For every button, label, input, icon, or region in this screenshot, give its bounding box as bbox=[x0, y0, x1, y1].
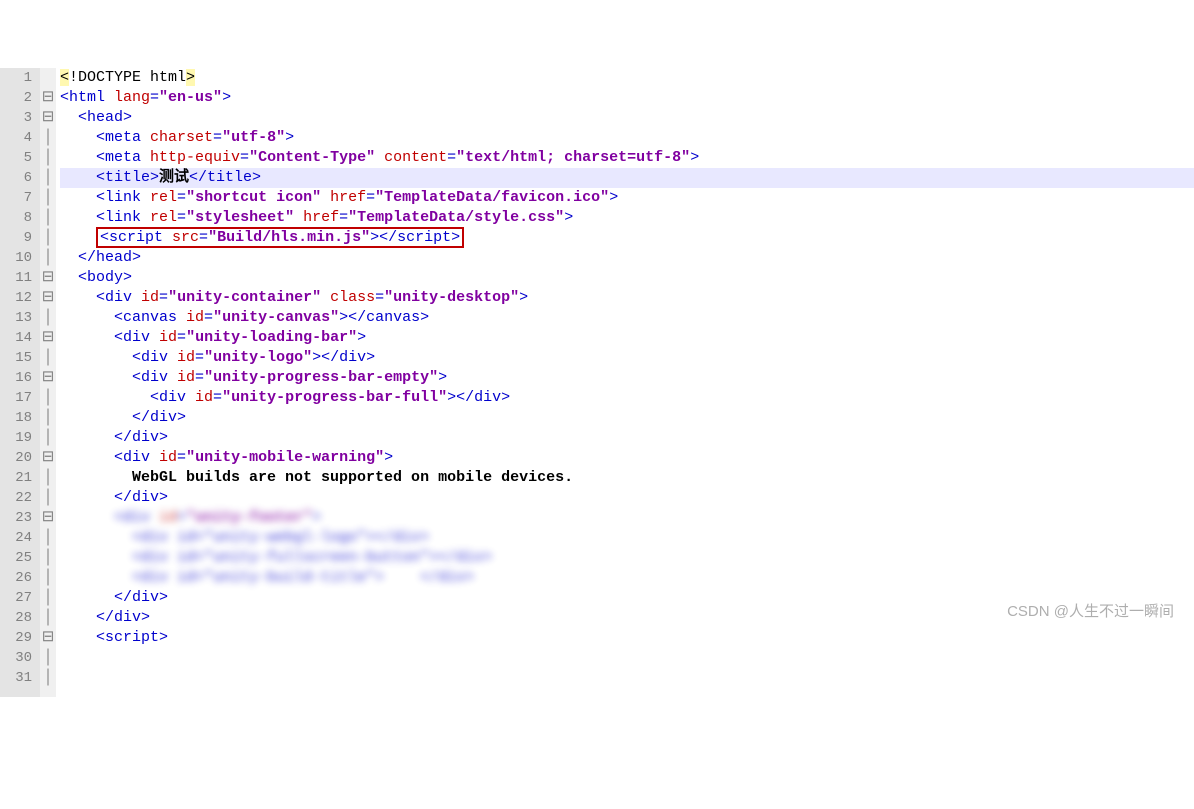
line-number[interactable]: 20 bbox=[4, 448, 32, 468]
line-number[interactable]: 30 bbox=[4, 648, 32, 668]
line-number[interactable]: 3 bbox=[4, 108, 32, 128]
line-number[interactable]: 9 bbox=[4, 228, 32, 248]
code-line[interactable]: <div id="unity-progress-bar-full"></div> bbox=[60, 388, 1194, 408]
watermark: CSDN @人生不过一瞬间 bbox=[1007, 600, 1174, 621]
code-line[interactable]: </div> bbox=[60, 488, 1194, 508]
fold-marker[interactable]: │ bbox=[40, 668, 56, 688]
fold-marker[interactable]: │ bbox=[40, 588, 56, 608]
code-line[interactable]: <div id="unity-footer"> bbox=[60, 508, 1194, 528]
line-number[interactable]: 10 bbox=[4, 248, 32, 268]
line-number[interactable]: 27 bbox=[4, 588, 32, 608]
line-number[interactable]: 21 bbox=[4, 468, 32, 488]
fold-marker[interactable]: ⊟ bbox=[40, 448, 56, 468]
line-number[interactable]: 6 bbox=[4, 168, 32, 188]
fold-marker[interactable]: │ bbox=[40, 428, 56, 448]
fold-marker[interactable]: │ bbox=[40, 168, 56, 188]
line-number[interactable]: 22 bbox=[4, 488, 32, 508]
line-number[interactable]: 5 bbox=[4, 148, 32, 168]
line-number[interactable]: 18 bbox=[4, 408, 32, 428]
fold-marker[interactable]: │ bbox=[40, 528, 56, 548]
code-line[interactable]: <link rel="stylesheet" href="TemplateDat… bbox=[60, 208, 1194, 228]
fold-marker[interactable]: │ bbox=[40, 648, 56, 668]
fold-marker[interactable]: │ bbox=[40, 188, 56, 208]
line-number[interactable]: 25 bbox=[4, 548, 32, 568]
code-line[interactable]: <meta http-equiv="Content-Type" content=… bbox=[60, 148, 1194, 168]
code-line[interactable]: <script> bbox=[60, 628, 1194, 648]
line-number[interactable]: 14 bbox=[4, 328, 32, 348]
code-line[interactable] bbox=[60, 648, 1194, 668]
line-number[interactable]: 11 bbox=[4, 268, 32, 288]
line-number[interactable]: 19 bbox=[4, 428, 32, 448]
fold-marker[interactable]: │ bbox=[40, 548, 56, 568]
line-number[interactable]: 17 bbox=[4, 388, 32, 408]
code-line[interactable]: <div id="unity-logo"></div> bbox=[60, 348, 1194, 368]
fold-marker[interactable]: │ bbox=[40, 308, 56, 328]
fold-marker[interactable]: │ bbox=[40, 468, 56, 488]
code-line[interactable]: <div id="unity-mobile-warning"> bbox=[60, 448, 1194, 468]
code-line[interactable]: <head> bbox=[60, 108, 1194, 128]
fold-marker[interactable]: │ bbox=[40, 348, 56, 368]
line-number[interactable]: 4 bbox=[4, 128, 32, 148]
fold-marker[interactable]: ⊟ bbox=[40, 108, 56, 128]
line-number[interactable]: 24 bbox=[4, 528, 32, 548]
line-number[interactable]: 13 bbox=[4, 308, 32, 328]
code-line[interactable]: <div id="unity-progress-bar-empty"> bbox=[60, 368, 1194, 388]
line-number[interactable]: 7 bbox=[4, 188, 32, 208]
code-line[interactable]: <!DOCTYPE html> bbox=[60, 68, 1194, 88]
code-line[interactable]: <div id="unity-container" class="unity-d… bbox=[60, 288, 1194, 308]
code-line[interactable]: </head> bbox=[60, 248, 1194, 268]
code-line[interactable]: <div id="unity-webgl-logo"></div> bbox=[60, 528, 1194, 548]
fold-marker[interactable]: │ bbox=[40, 488, 56, 508]
code-line[interactable]: <link rel="shortcut icon" href="Template… bbox=[60, 188, 1194, 208]
line-number[interactable]: 8 bbox=[4, 208, 32, 228]
code-line[interactable]: </div> bbox=[60, 428, 1194, 448]
line-number[interactable]: 12 bbox=[4, 288, 32, 308]
fold-marker[interactable]: ⊟ bbox=[40, 288, 56, 308]
line-number[interactable]: 31 bbox=[4, 668, 32, 688]
fold-marker[interactable] bbox=[40, 68, 56, 88]
line-number[interactable]: 15 bbox=[4, 348, 32, 368]
line-number-gutter[interactable]: 1234567891011121314151617181920212223242… bbox=[0, 68, 40, 697]
fold-marker[interactable]: │ bbox=[40, 568, 56, 588]
fold-marker[interactable]: │ bbox=[40, 228, 56, 248]
code-line[interactable]: </div> bbox=[60, 408, 1194, 428]
code-line[interactable]: <div id="unity-loading-bar"> bbox=[60, 328, 1194, 348]
code-line[interactable] bbox=[60, 668, 1194, 688]
fold-marker[interactable]: ⊟ bbox=[40, 268, 56, 288]
fold-marker[interactable]: ⊟ bbox=[40, 88, 56, 108]
fold-marker[interactable]: │ bbox=[40, 388, 56, 408]
fold-marker[interactable]: │ bbox=[40, 208, 56, 228]
fold-marker[interactable]: │ bbox=[40, 128, 56, 148]
fold-marker[interactable]: ⊟ bbox=[40, 368, 56, 388]
fold-marker[interactable]: ⊟ bbox=[40, 508, 56, 528]
code-line[interactable]: <meta charset="utf-8"> bbox=[60, 128, 1194, 148]
fold-marker[interactable]: ⊟ bbox=[40, 628, 56, 648]
code-line[interactable]: <div id="unity-build-title"> </div> bbox=[60, 568, 1194, 588]
code-line[interactable]: <script src="Build/hls.min.js"></script> bbox=[60, 228, 1194, 248]
line-number[interactable]: 16 bbox=[4, 368, 32, 388]
fold-marker[interactable]: ⊟ bbox=[40, 328, 56, 348]
code-line[interactable]: <body> bbox=[60, 268, 1194, 288]
code-line[interactable]: WebGL builds are not supported on mobile… bbox=[60, 468, 1194, 488]
line-number[interactable]: 28 bbox=[4, 608, 32, 628]
code-line[interactable]: <div id="unity-fullscreen-button"></div> bbox=[60, 548, 1194, 568]
fold-marker[interactable]: │ bbox=[40, 148, 56, 168]
line-number[interactable]: 26 bbox=[4, 568, 32, 588]
fold-marker[interactable]: │ bbox=[40, 408, 56, 428]
line-number[interactable]: 1 bbox=[4, 68, 32, 88]
fold-marker[interactable]: │ bbox=[40, 248, 56, 268]
line-number[interactable]: 23 bbox=[4, 508, 32, 528]
fold-marker[interactable]: │ bbox=[40, 608, 56, 628]
line-number[interactable]: 2 bbox=[4, 88, 32, 108]
code-line[interactable]: <title>测试</title> bbox=[60, 168, 1194, 188]
fold-gutter[interactable]: ⊟⊟│││││││⊟⊟│⊟│⊟│││⊟││⊟│││││⊟││ bbox=[40, 68, 56, 697]
line-number[interactable]: 29 bbox=[4, 628, 32, 648]
code-line[interactable]: <canvas id="unity-canvas"></canvas> bbox=[60, 308, 1194, 328]
code-line[interactable]: <html lang="en-us"> bbox=[60, 88, 1194, 108]
